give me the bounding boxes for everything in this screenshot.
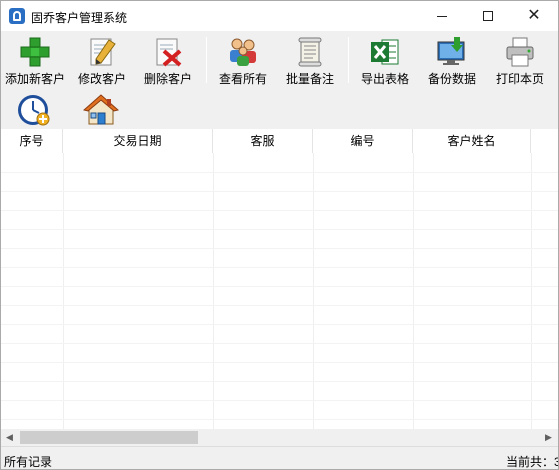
maximize-button[interactable] (465, 1, 511, 31)
grid-line (413, 153, 414, 429)
grid-row-line (1, 229, 558, 230)
grid-row-line (1, 172, 558, 173)
grid-row-line (1, 419, 558, 420)
grid-row-line (1, 267, 558, 268)
status-record-count: 当前共：3 (506, 455, 559, 469)
delete-customer-label: 删除客户 (143, 72, 192, 86)
table-body (1, 153, 558, 429)
status-bar: 所有记录 当前共：3 (1, 446, 559, 469)
column-header-service[interactable]: 客服 (213, 129, 313, 153)
view-all-label: 查看所有 (218, 72, 267, 86)
customer-table: 序号 交易日期 客服 编号 客户姓名 (1, 129, 558, 429)
grid-row-line (1, 324, 558, 325)
grid-row-line (1, 305, 558, 306)
print-page-button[interactable]: 打印本页 (491, 33, 549, 87)
edit-customer-label: 修改客户 (77, 72, 126, 86)
scroll-notes-icon (298, 37, 322, 67)
users-icon (230, 38, 256, 66)
maximize-icon (483, 11, 493, 21)
grid-line (213, 153, 214, 429)
grid-line (63, 153, 64, 429)
batch-note-label: 批量备注 (285, 72, 334, 86)
home-button[interactable] (82, 93, 120, 127)
export-table-label: 导出表格 (360, 72, 409, 86)
print-page-label: 打印本页 (495, 72, 544, 86)
backup-data-label: 备份数据 (427, 72, 476, 86)
home-icon (82, 94, 120, 125)
close-button[interactable]: ✕ (511, 1, 557, 31)
scrollbar-thumb[interactable] (20, 431, 198, 444)
close-icon: ✕ (527, 7, 541, 24)
grid-row-line (1, 362, 558, 363)
grid-line (531, 153, 532, 429)
title-bar: 固乔客户管理系统 ✕ (1, 1, 558, 31)
grid-row-line (1, 381, 558, 382)
grid-line (313, 153, 314, 429)
status-record-filter: 所有记录 (4, 455, 53, 469)
edit-pencil-icon (90, 38, 116, 66)
toolbar-separator (206, 37, 207, 83)
edit-customer-button[interactable]: 修改客户 (73, 33, 131, 87)
column-header-customer-name[interactable]: 客户姓名 (413, 129, 531, 153)
delete-customer-button[interactable]: 删除客户 (139, 33, 197, 87)
excel-icon (371, 39, 399, 65)
app-logo-icon (9, 8, 25, 24)
minimize-icon (437, 15, 447, 17)
column-header-index[interactable]: 序号 (1, 129, 63, 153)
grid-row-line (1, 286, 558, 287)
grid-row-line (1, 210, 558, 211)
add-customer-button[interactable]: 添加新客户 (2, 33, 68, 87)
schedule-reminder-button[interactable] (16, 93, 52, 127)
scroll-left-icon[interactable]: ◀ (1, 429, 18, 446)
add-icon (20, 37, 50, 67)
export-table-button[interactable]: 导出表格 (356, 33, 414, 87)
horizontal-scrollbar[interactable]: ◀ ▶ (1, 429, 558, 446)
grid-row-line (1, 191, 558, 192)
grid-row-line (1, 248, 558, 249)
column-header-date[interactable]: 交易日期 (63, 129, 213, 153)
grid-row-line (1, 343, 558, 344)
app-window: 固乔客户管理系统 ✕ 添加新客户 修改客户 删除客户 查看所有 批量备注 导出表… (0, 0, 559, 470)
grid-row-line (1, 400, 558, 401)
table-header: 序号 交易日期 客服 编号 客户姓名 (1, 129, 558, 153)
window-title: 固乔客户管理系统 (31, 11, 128, 25)
backup-data-button[interactable]: 备份数据 (423, 33, 481, 87)
main-toolbar: 添加新客户 修改客户 删除客户 查看所有 批量备注 导出表格 备份数据 打印本页 (1, 31, 558, 89)
view-all-button[interactable]: 查看所有 (214, 33, 272, 87)
add-customer-label: 添加新客户 (4, 72, 65, 86)
backup-monitor-icon (437, 37, 465, 65)
delete-icon (156, 38, 182, 67)
printer-icon (506, 37, 534, 67)
clock-add-icon (18, 95, 50, 126)
toolbar-separator (348, 37, 349, 83)
secondary-toolbar (1, 89, 558, 129)
scroll-right-icon[interactable]: ▶ (540, 429, 557, 446)
column-header-number[interactable]: 编号 (313, 129, 413, 153)
minimize-button[interactable] (419, 1, 465, 31)
batch-note-button[interactable]: 批量备注 (281, 33, 339, 87)
